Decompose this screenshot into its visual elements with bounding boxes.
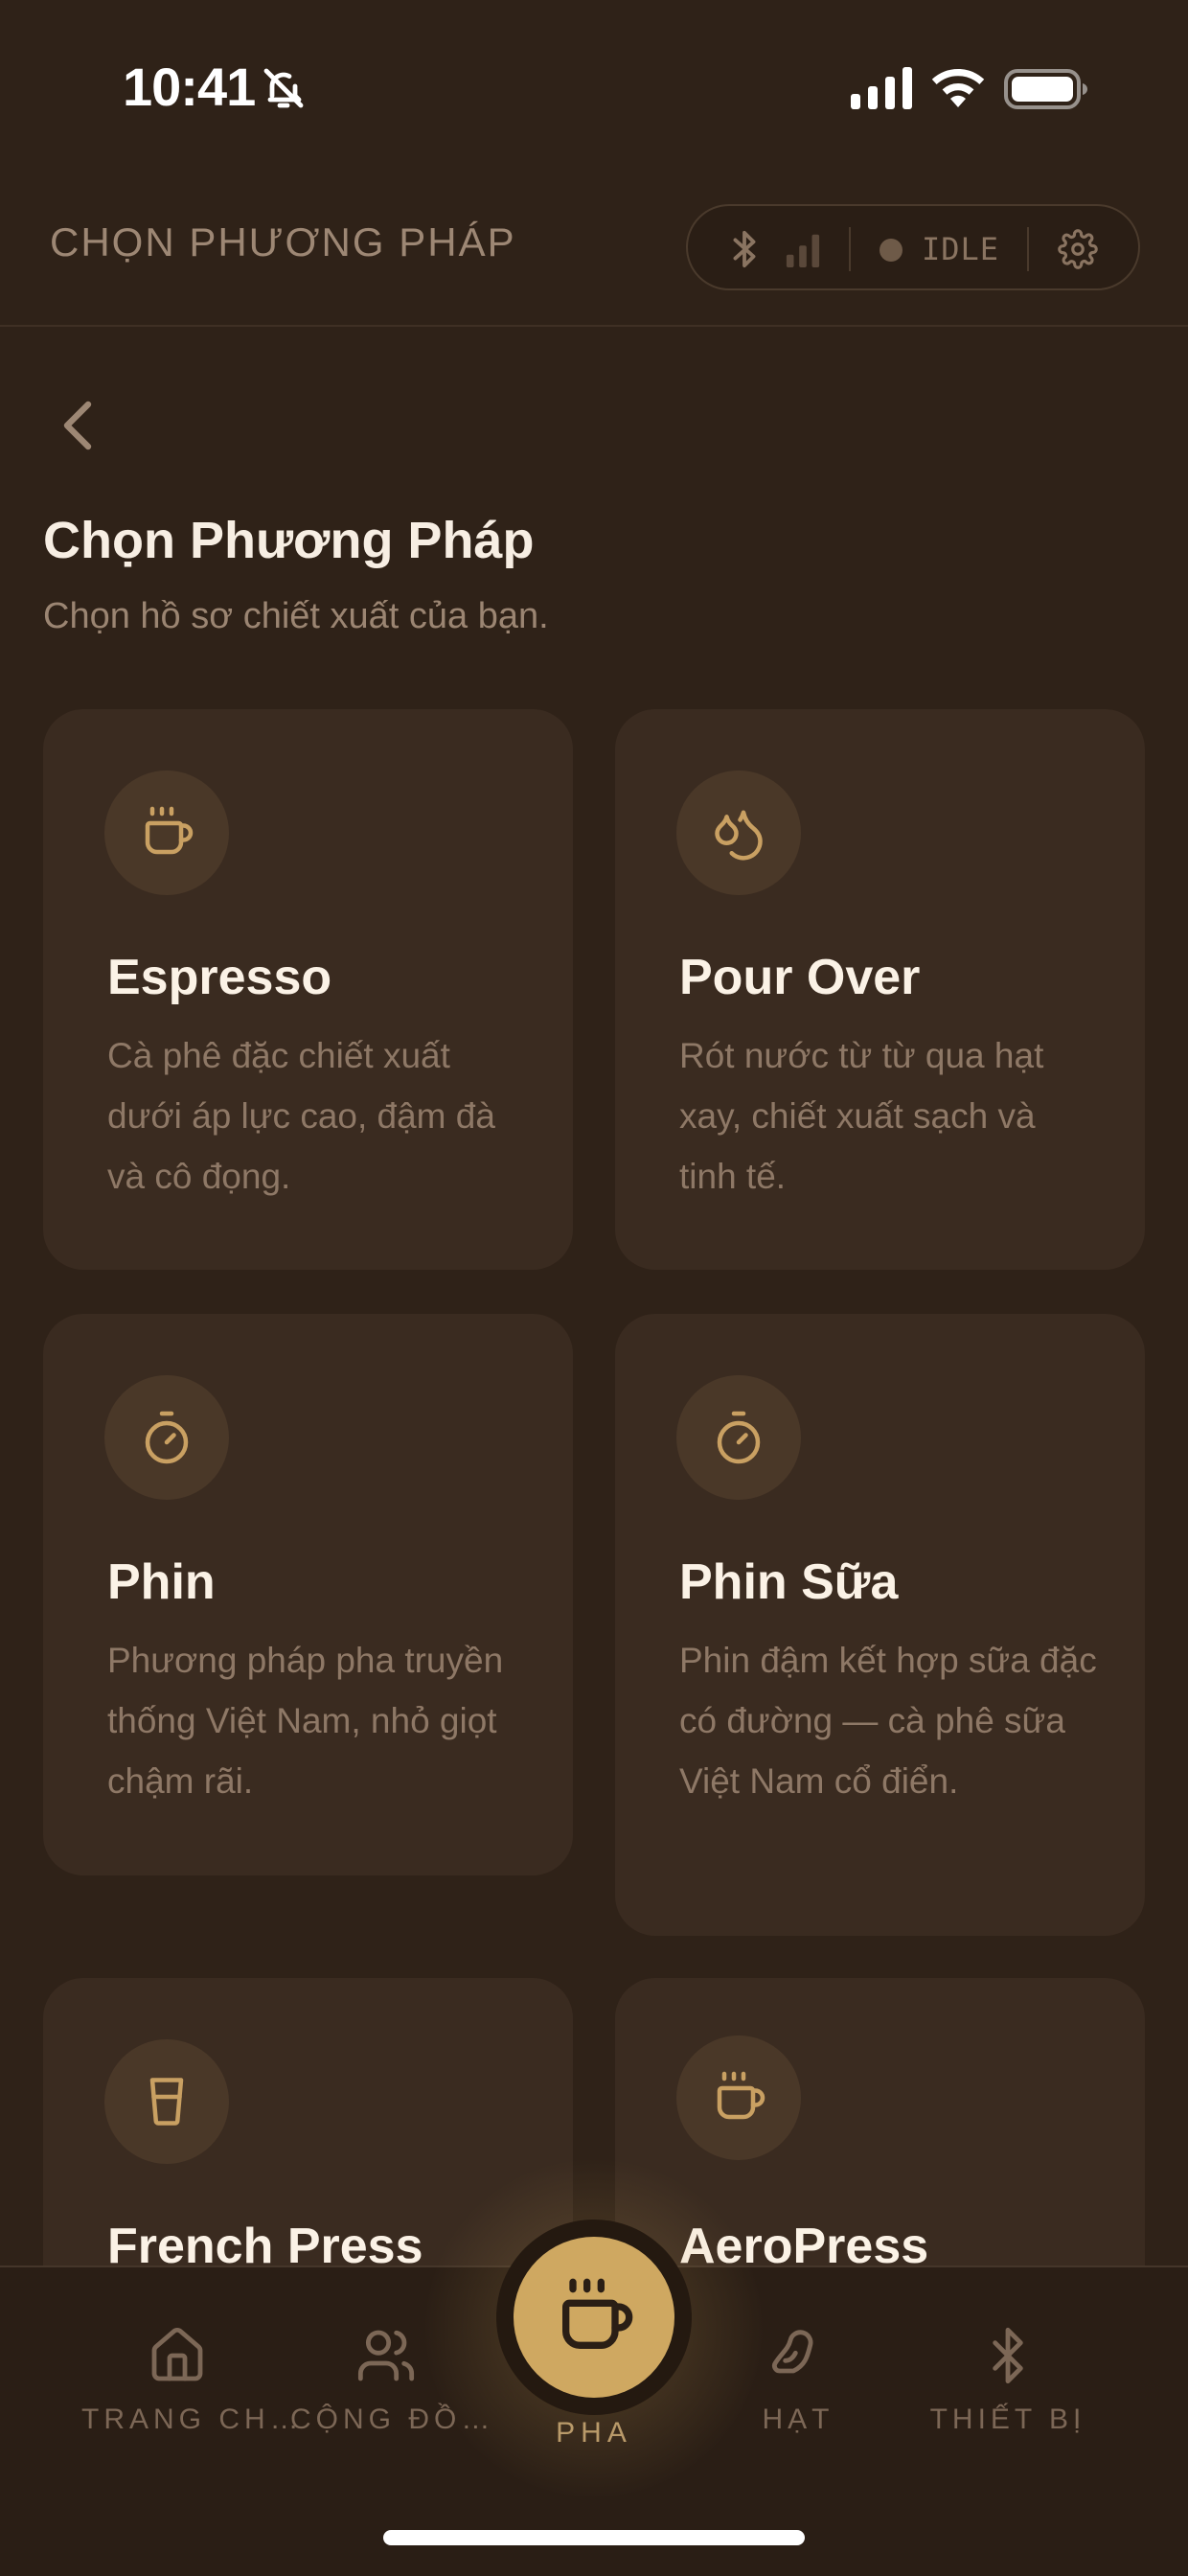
card-title: Phin — [107, 1554, 216, 1610]
card-icon-badge — [104, 770, 229, 895]
page-title: Chọn Phương Pháp — [43, 512, 535, 569]
users-icon — [357, 2330, 415, 2381]
card-description: Phin đậm kết hợp sữa đặc có đường — cà p… — [679, 1641, 1097, 1801]
home-indicator — [383, 2530, 805, 2545]
method-card-phin-sua[interactable]: Phin Sữa Phin đậm kết hợp sữa đặc có đườ… — [615, 1314, 1145, 1936]
droplets-icon — [715, 810, 763, 861]
card-icon-badge — [676, 2036, 801, 2160]
card-description: Rót nước từ từ qua hạt xay, chiết xuất s… — [679, 1036, 1044, 1196]
card-title: Pour Over — [679, 950, 921, 1005]
bluetooth-icon — [993, 2327, 1023, 2384]
coffee-cup-icon — [562, 2278, 633, 2349]
brew-button[interactable] — [514, 2237, 674, 2398]
bean-icon — [772, 2330, 813, 2374]
card-icon-badge — [676, 1375, 801, 1500]
signal-strength-icon — [786, 234, 820, 267]
cellular-signal-icon — [851, 67, 912, 109]
device-status-text: IDLE — [922, 231, 1000, 267]
method-card-pour-over[interactable]: Pour Over Rót nước từ từ qua hạt xay, ch… — [615, 709, 1145, 1270]
divider — [849, 227, 851, 271]
coffee-cup-icon — [145, 806, 194, 855]
card-title: Phin Sữa — [679, 1554, 899, 1610]
status-time: 10:41 — [123, 57, 256, 117]
home-icon — [151, 2328, 203, 2381]
back-chevron-icon[interactable] — [57, 399, 100, 452]
timer-icon — [717, 1411, 761, 1464]
battery-icon — [1004, 69, 1087, 109]
card-icon-badge — [104, 1375, 229, 1500]
bell-off-icon — [263, 68, 304, 108]
card-description: Phương pháp pha truyền thống Việt Nam, n… — [107, 1641, 504, 1801]
card-icon-badge — [676, 770, 801, 895]
glass-icon — [149, 2078, 184, 2126]
tab-brew[interactable] — [496, 2220, 692, 2415]
tab-label-brew: PHA — [556, 2417, 632, 2449]
card-description: Cà phê đặc chiết xuất dưới áp lực cao, đ… — [107, 1036, 495, 1196]
settings-gear-icon[interactable] — [1058, 229, 1098, 269]
wifi-icon — [931, 69, 985, 107]
timer-icon — [145, 1411, 189, 1464]
card-icon-badge — [104, 2039, 229, 2164]
page-subtitle: Chọn hồ sơ chiết xuất của bạn. — [43, 596, 549, 636]
method-card-phin[interactable]: Phin Phương pháp pha truyền thống Việt N… — [43, 1314, 573, 1875]
divider — [1027, 227, 1029, 271]
tab-home[interactable]: TRANG CH… — [81, 2325, 304, 2436]
tab-devices[interactable]: THIẾT BỊ — [912, 2325, 1104, 2436]
status-bar: 10:41 — [0, 0, 1188, 177]
device-status-pill[interactable]: IDLE — [686, 204, 1140, 290]
coffee-cup-icon — [717, 2071, 765, 2120]
method-card-espresso[interactable]: Espresso Cà phê đặc chiết xuất dưới áp l… — [43, 709, 573, 1270]
card-title: Espresso — [107, 950, 332, 1005]
tab-label: THIẾT BỊ — [929, 2404, 1086, 2435]
app-header: CHỌN PHƯƠNG PHÁP IDLE — [0, 177, 1188, 327]
bluetooth-icon — [733, 230, 756, 268]
status-dot — [880, 239, 902, 262]
tab-label: TRANG CH… — [81, 2404, 304, 2435]
header-title: CHỌN PHƯƠNG PHÁP — [50, 219, 516, 264]
